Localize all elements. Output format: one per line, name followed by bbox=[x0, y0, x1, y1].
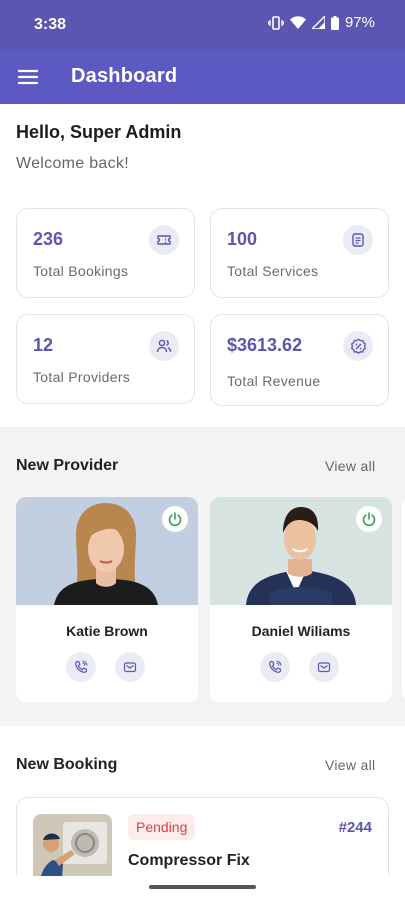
booking-title: Compressor Fix bbox=[128, 852, 250, 869]
signal-icon bbox=[311, 16, 325, 29]
stat-label: Total Services bbox=[227, 263, 319, 279]
hamburger-menu-icon[interactable] bbox=[16, 65, 40, 89]
provider-card[interactable]: Katie Brown bbox=[16, 497, 198, 702]
users-icon bbox=[149, 331, 179, 361]
status-time: 3:38 bbox=[34, 16, 67, 33]
gesture-navigation-bar[interactable] bbox=[149, 885, 256, 889]
new-provider-section: New Provider View all Katie Brown Daniel… bbox=[0, 427, 405, 726]
ticket-icon bbox=[149, 225, 179, 255]
stat-label: Total Providers bbox=[33, 369, 131, 385]
provider-card[interactable]: Daniel Wiliams bbox=[210, 497, 392, 702]
booking-id: #244 bbox=[338, 819, 372, 836]
stat-value: $3613.62 bbox=[227, 335, 303, 355]
view-all-providers-link[interactable]: View all bbox=[325, 458, 375, 474]
battery-percent: 97% bbox=[344, 14, 375, 31]
status-icons: 97% bbox=[267, 14, 375, 31]
provider-name: Daniel Wiliams bbox=[251, 623, 351, 639]
stat-card-total-bookings[interactable]: 236 Total Bookings bbox=[16, 208, 195, 298]
stat-value: 100 bbox=[227, 229, 258, 249]
email-icon[interactable] bbox=[309, 652, 339, 682]
section-title-new-provider: New Provider bbox=[16, 457, 119, 474]
badge-percent-icon bbox=[343, 331, 373, 361]
greeting-title: Hello, Super Admin bbox=[16, 122, 182, 142]
stat-value: 236 bbox=[33, 229, 64, 249]
stat-card-total-services[interactable]: 100 Total Services bbox=[210, 208, 389, 298]
stat-card-total-revenue[interactable]: $3613.62 Total Revenue bbox=[210, 314, 389, 406]
document-list-icon bbox=[343, 225, 373, 255]
phone-icon[interactable] bbox=[66, 652, 96, 682]
email-icon[interactable] bbox=[115, 652, 145, 682]
battery-icon bbox=[330, 15, 339, 30]
stat-label: Total Revenue bbox=[227, 373, 321, 389]
app-bar: Dashboard bbox=[0, 50, 405, 104]
stat-label: Total Bookings bbox=[33, 263, 129, 279]
provider-name: Katie Brown bbox=[66, 623, 148, 639]
phone-icon[interactable] bbox=[260, 652, 290, 682]
status-badge: Pending bbox=[128, 814, 196, 840]
power-icon[interactable] bbox=[162, 506, 188, 532]
section-title-new-booking: New Booking bbox=[16, 756, 118, 773]
vibrate-icon bbox=[267, 15, 284, 30]
stat-card-total-providers[interactable]: 12 Total Providers bbox=[16, 314, 195, 404]
page-title: Dashboard bbox=[71, 65, 178, 87]
view-all-bookings-link[interactable]: View all bbox=[325, 757, 375, 773]
power-icon[interactable] bbox=[356, 506, 382, 532]
wifi-icon bbox=[289, 16, 306, 29]
status-bar: 3:38 97% bbox=[0, 0, 405, 50]
welcome-text: Welcome back! bbox=[16, 155, 129, 172]
stat-value: 12 bbox=[33, 335, 54, 355]
